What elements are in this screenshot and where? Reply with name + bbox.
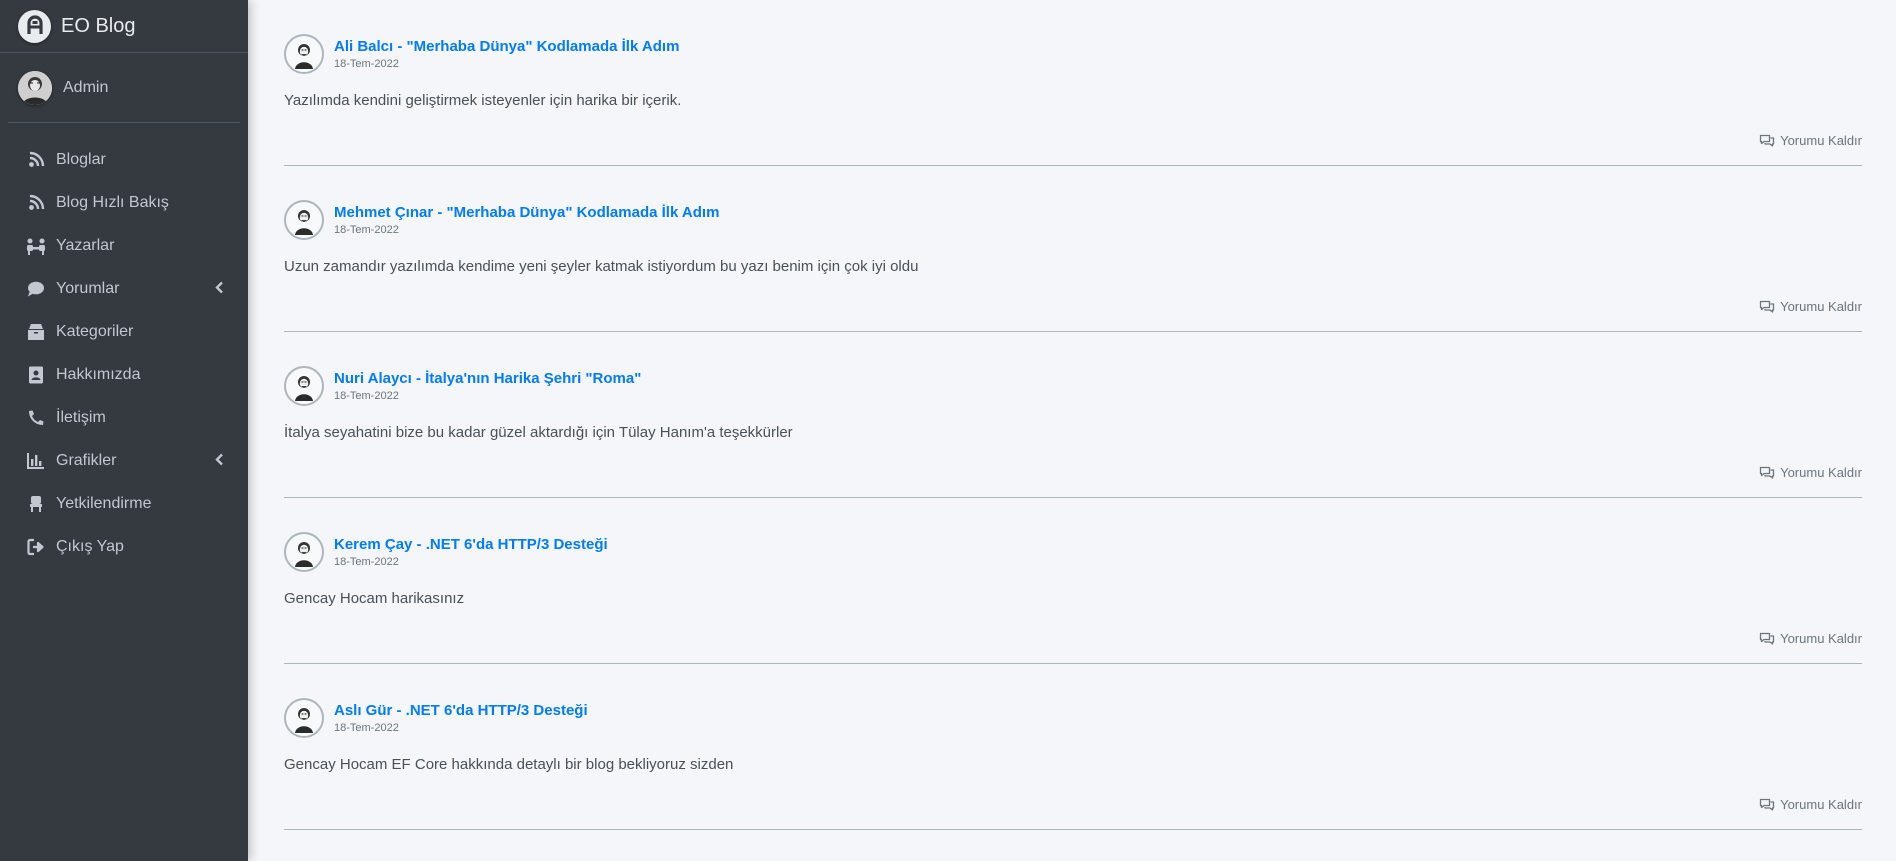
- brand-name: EO Blog: [61, 14, 136, 37]
- sidebar-item-label: Kategoriler: [56, 322, 134, 340]
- sidebar-item-label: İletişim: [56, 408, 106, 426]
- comment-title-link[interactable]: Kerem Çay - .NET 6'da HTTP/3 Desteği: [334, 536, 608, 554]
- remove-comment-label: Yorumu Kaldır: [1780, 133, 1862, 148]
- users-icon: [26, 236, 46, 256]
- sidebar-item-grafikler[interactable]: Grafikler: [0, 439, 248, 482]
- comment-date: 18-Tem-2022: [334, 556, 399, 568]
- commenter-avatar: [284, 34, 324, 74]
- comments-icon: [1759, 798, 1775, 811]
- sidebar-item-label: Yazarlar: [56, 236, 115, 254]
- sidebar-item-yorumlar[interactable]: Yorumlar: [0, 267, 248, 310]
- comment-title-link[interactable]: Aslı Gür - .NET 6'da HTTP/3 Desteği: [334, 702, 588, 720]
- chevron-left-icon: [215, 453, 224, 471]
- blog-icon: [26, 193, 46, 213]
- user-avatar: [18, 70, 52, 105]
- commenter-avatar: [284, 698, 324, 738]
- comment-date: 18-Tem-2022: [334, 390, 399, 402]
- sidebar: EO Blog Admin Bloglar Blog Hızlı Bakış Y…: [0, 0, 248, 861]
- sidebar-item-iletisim[interactable]: İletişim: [0, 396, 248, 439]
- comments-list: Ali Balcı - "Merhaba Dünya" Kodlamada İl…: [248, 0, 1896, 861]
- remove-comment-label: Yorumu Kaldır: [1780, 299, 1862, 314]
- comment-item: Kerem Çay - .NET 6'da HTTP/3 Desteği 18-…: [284, 498, 1862, 664]
- comment-text: Gencay Hocam harikasınız: [284, 590, 465, 607]
- comment-icon: [26, 279, 46, 299]
- remove-comment-button[interactable]: Yorumu Kaldır: [1759, 465, 1862, 480]
- sidebar-item-hakkimizda[interactable]: Hakkımızda: [0, 353, 248, 396]
- phone-icon: [26, 408, 46, 428]
- comment-text: İtalya seyahatini bize bu kadar güzel ak…: [284, 424, 793, 441]
- sidebar-item-bloglar[interactable]: Bloglar: [0, 138, 248, 181]
- sign-out-icon: [26, 537, 46, 557]
- box-icon: [26, 322, 46, 342]
- comment-text: Gencay Hocam EF Core hakkında detaylı bi…: [284, 756, 734, 773]
- comments-icon: [1759, 300, 1775, 313]
- sidebar-item-label: Blog Hızlı Bakış: [56, 193, 169, 211]
- chevron-left-icon: [215, 281, 224, 299]
- remove-comment-label: Yorumu Kaldır: [1780, 797, 1862, 812]
- remove-comment-button[interactable]: Yorumu Kaldır: [1759, 797, 1862, 812]
- sidebar-item-label: Grafikler: [56, 451, 117, 469]
- sidebar-item-label: Yorumlar: [56, 279, 120, 297]
- address-card-icon: [26, 365, 46, 385]
- comment-item: Ali Balcı - "Merhaba Dünya" Kodlamada İl…: [284, 0, 1862, 166]
- comment-item: Mehmet Çınar - "Merhaba Dünya" Kodlamada…: [284, 166, 1862, 332]
- comment-title-link[interactable]: Mehmet Çınar - "Merhaba Dünya" Kodlamada…: [334, 204, 719, 222]
- comment-date: 18-Tem-2022: [334, 58, 399, 70]
- user-name[interactable]: Admin: [63, 79, 108, 97]
- sidebar-item-cikis-yap[interactable]: Çıkış Yap: [0, 525, 248, 568]
- comments-icon: [1759, 632, 1775, 645]
- sidebar-nav: Bloglar Blog Hızlı Bakış Yazarlar Yoruml…: [0, 123, 248, 568]
- sidebar-item-label: Hakkımızda: [56, 365, 141, 383]
- sidebar-item-label: Yetkilendirme: [56, 494, 152, 512]
- comment-title-link[interactable]: Ali Balcı - "Merhaba Dünya" Kodlamada İl…: [334, 38, 679, 56]
- sidebar-item-yazarlar[interactable]: Yazarlar: [0, 224, 248, 267]
- commenter-avatar: [284, 366, 324, 406]
- remove-comment-label: Yorumu Kaldır: [1780, 465, 1862, 480]
- sidebar-item-kategoriler[interactable]: Kategoriler: [0, 310, 248, 353]
- remove-comment-label: Yorumu Kaldır: [1780, 631, 1862, 646]
- remove-comment-button[interactable]: Yorumu Kaldır: [1759, 631, 1862, 646]
- sidebar-item-blog-hizli-bakis[interactable]: Blog Hızlı Bakış: [0, 181, 248, 224]
- comment-text: Yazılımda kendini geliştirmek isteyenler…: [284, 92, 682, 109]
- blog-icon: [26, 150, 46, 170]
- remove-comment-button[interactable]: Yorumu Kaldır: [1759, 299, 1862, 314]
- user-panel[interactable]: Admin: [8, 53, 240, 123]
- comment-text: Uzun zamandır yazılımda kendime yeni şey…: [284, 258, 919, 275]
- remove-comment-button[interactable]: Yorumu Kaldır: [1759, 133, 1862, 148]
- sidebar-item-label: Çıkış Yap: [56, 537, 124, 555]
- comment-title-link[interactable]: Nuri Alaycı - İtalya'nın Harika Şehri "R…: [334, 370, 641, 388]
- sidebar-item-label: Bloglar: [56, 150, 106, 168]
- commenter-avatar: [284, 200, 324, 240]
- comment-date: 18-Tem-2022: [334, 722, 399, 734]
- commenter-avatar: [284, 532, 324, 572]
- brand-link[interactable]: EO Blog: [0, 0, 248, 53]
- comment-date: 18-Tem-2022: [334, 224, 399, 236]
- chart-bar-icon: [26, 451, 46, 471]
- comment-item: Nuri Alaycı - İtalya'nın Harika Şehri "R…: [284, 332, 1862, 498]
- comment-item: Aslı Gür - .NET 6'da HTTP/3 Desteği 18-T…: [284, 664, 1862, 830]
- brand-logo-icon: [18, 9, 51, 43]
- chair-icon: [26, 494, 46, 514]
- sidebar-item-yetkilendirme[interactable]: Yetkilendirme: [0, 482, 248, 525]
- comments-icon: [1759, 134, 1775, 147]
- comments-icon: [1759, 466, 1775, 479]
